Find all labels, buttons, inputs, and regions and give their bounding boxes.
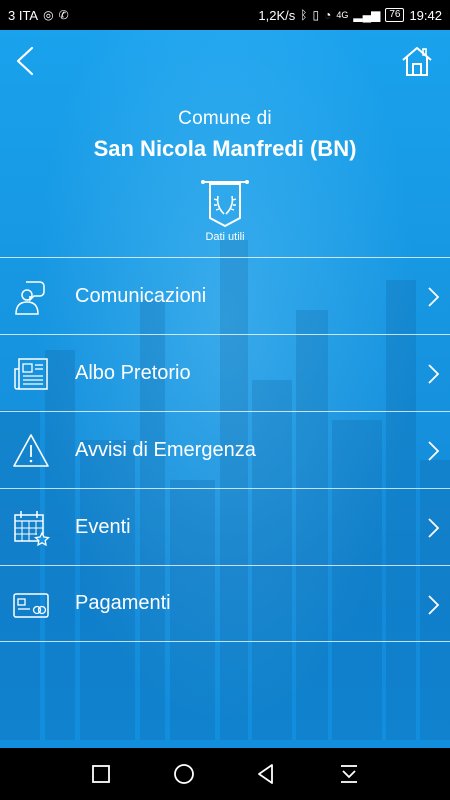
- recent-apps-icon[interactable]: [88, 761, 114, 787]
- menu-item-comunicazioni[interactable]: Comunicazioni: [0, 257, 450, 334]
- clock: 19:42: [409, 7, 442, 23]
- chevron-right-icon: [428, 287, 440, 307]
- alarm-icon: ◔: [324, 8, 332, 22]
- top-app-bar: [0, 30, 450, 94]
- network-speed: 1,2K/s: [258, 7, 296, 23]
- municipality-prefix: Comune di: [178, 108, 272, 129]
- chevron-right-icon: [428, 595, 440, 615]
- notification-pulldown-icon[interactable]: [336, 761, 362, 787]
- bluetooth-icon: ᛒ: [300, 8, 308, 22]
- missed-call-icon: ✆: [58, 8, 69, 22]
- menu-item-label: Eventi: [75, 515, 131, 538]
- menu-item-avvisi-emergenza[interactable]: Avvisi di Emergenza: [0, 411, 450, 488]
- municipality-name: San Nicola Manfredi (BN): [93, 136, 357, 161]
- battery-indicator: 76: [385, 8, 405, 22]
- chevron-left-icon[interactable]: [10, 44, 42, 78]
- signal-icon: ▂▄▆: [353, 8, 381, 22]
- main-menu: Comunicazioni Albo Pretorio Avvisi di Em…: [0, 257, 450, 642]
- menu-item-albo-pretorio[interactable]: Albo Pretorio: [0, 334, 450, 411]
- chevron-right-icon: [428, 441, 440, 461]
- menu-item-label: Avvisi di Emergenza: [75, 438, 256, 461]
- vibrate-icon: ▯: [312, 8, 320, 22]
- chevron-right-icon: [428, 518, 440, 538]
- menu-item-pagamenti[interactable]: Pagamenti: [0, 565, 450, 642]
- home-circle-icon[interactable]: [171, 761, 197, 787]
- municipality-header: Comune di San Nicola Manfredi (BN): [0, 108, 450, 162]
- network-type: 4G: [336, 10, 349, 20]
- credit-card-icon: [13, 593, 49, 618]
- system-navigation-bar: [0, 748, 450, 800]
- chevron-right-icon: [428, 364, 440, 384]
- newspaper-icon: [14, 358, 48, 390]
- warning-icon: [13, 434, 49, 467]
- calendar-star-icon: [14, 511, 50, 547]
- status-bar: 3 ITA ◎ ✆ 1,2K/s ᛒ ▯ ◔ 4G ▂▄▆ 76 19:42: [0, 0, 450, 30]
- carrier-label: 3 ITA: [8, 7, 39, 23]
- banner-laurel-icon[interactable]: [200, 178, 250, 230]
- back-triangle-icon[interactable]: [253, 761, 279, 787]
- app-screen: 3 ITA ◎ ✆ 1,2K/s ᛒ ▯ ◔ 4G ▂▄▆ 76 19:42 C…: [0, 0, 450, 800]
- useful-data-label[interactable]: Dati utili: [0, 231, 450, 243]
- whatsapp-icon: ◎: [43, 8, 54, 22]
- person-speech-icon: [15, 281, 45, 315]
- menu-item-eventi[interactable]: Eventi: [0, 488, 450, 565]
- home-icon[interactable]: [400, 44, 434, 78]
- menu-item-label: Pagamenti: [75, 592, 171, 614]
- menu-item-label: Comunicazioni: [75, 284, 207, 307]
- menu-item-label: Albo Pretorio: [75, 361, 191, 384]
